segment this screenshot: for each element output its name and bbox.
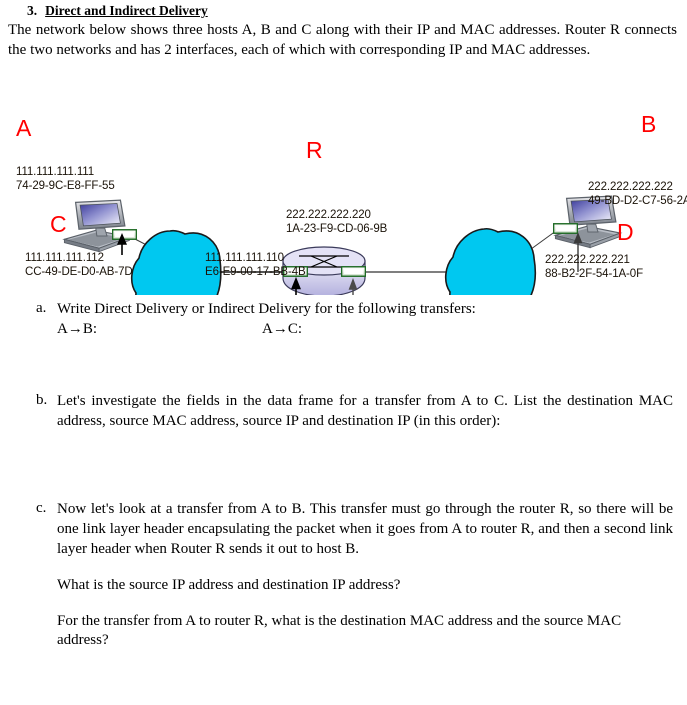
node-letter-b: B bbox=[641, 111, 657, 137]
question-c-marker: c. bbox=[36, 499, 47, 516]
router-left-ip: 111.111.111.110 bbox=[205, 252, 284, 264]
heading-number: 3. bbox=[27, 3, 38, 18]
host-d-mac: 88-B2-2F-54-1A-0F bbox=[545, 268, 644, 281]
question-c-text: Now let's look at a transfer from A to B… bbox=[57, 500, 673, 557]
host-c-address-label: 111.111.111.112 CC-49-DE-D0-AB-7D bbox=[25, 251, 133, 279]
router-right-interface-label: 222.222.222.220 1A-23-F9-CD-06-9B bbox=[286, 208, 387, 236]
host-c-mac: CC-49-DE-D0-AB-7D bbox=[25, 266, 133, 279]
spacer-c1 bbox=[57, 560, 673, 576]
question-a-text: Write Direct Delivery or Indirect Delive… bbox=[57, 301, 476, 317]
cloud-network-2 bbox=[444, 227, 537, 295]
router-left-mac: E6-E9-00-17-BB-4B bbox=[205, 266, 306, 279]
node-letter-c: C bbox=[50, 211, 67, 237]
node-letter-a: A bbox=[16, 115, 32, 141]
host-b-address-label: 222.222.222.222 49-BD-D2-C7-56-2A bbox=[588, 180, 687, 208]
router-right-mac: 1A-23-F9-CD-06-9B bbox=[286, 223, 388, 236]
intro-paragraph: The network below shows three hosts A, B… bbox=[8, 22, 677, 58]
question-a: a. Write Direct Delivery or Indirect Del… bbox=[0, 300, 687, 340]
spacer-c2 bbox=[57, 596, 673, 612]
question-b-marker: b. bbox=[36, 391, 48, 408]
router-left-interface-label: 111.111.111.110 E6-E9-00-17-BB-4B bbox=[205, 251, 306, 279]
document-header: 3. Direct and Indirect Delivery The netw… bbox=[0, 0, 687, 61]
question-a-transfer-ac: A→C: bbox=[262, 320, 303, 337]
question-c: c. Now let's look at a transfer from A t… bbox=[0, 500, 687, 652]
heading-line: 3. Direct and Indirect Delivery bbox=[0, 3, 687, 19]
node-letter-r: R bbox=[306, 137, 323, 163]
spacer-a-b bbox=[0, 340, 687, 392]
host-b-nic-icon bbox=[553, 223, 578, 234]
question-c-sub2: For the transfer from A to router R, wha… bbox=[57, 612, 622, 649]
host-b-ip: 222.222.222.222 bbox=[588, 181, 673, 193]
heading-title: Direct and Indirect Delivery bbox=[45, 3, 208, 18]
network-diagram: A C R B D 111.111.111.111 74-29-9C-E8-FF… bbox=[0, 95, 687, 295]
host-a-ip: 111.111.111.111 bbox=[16, 166, 95, 178]
question-a-transfers: A→B: A→C: bbox=[57, 320, 673, 340]
node-letter-d: D bbox=[617, 219, 634, 245]
router-right-nic-icon bbox=[341, 266, 366, 277]
question-b: b. Let's investigate the fields in the d… bbox=[0, 392, 687, 432]
question-a-transfer-ab: A→B: bbox=[57, 320, 98, 337]
host-a-nic-icon bbox=[112, 229, 137, 240]
host-b-mac: 49-BD-D2-C7-56-2A bbox=[588, 195, 687, 208]
spacer-b-c bbox=[0, 432, 687, 500]
question-c-sub1: What is the source IP address and destin… bbox=[57, 576, 401, 593]
host-d-address-label: 222.222.222.221 88-B2-2F-54-1A-0F bbox=[545, 253, 643, 281]
questions-list: a. Write Direct Delivery or Indirect Del… bbox=[0, 300, 687, 651]
question-b-text: Let's investigate the fields in the data… bbox=[57, 392, 673, 429]
host-d-ip: 222.222.222.221 bbox=[545, 254, 630, 266]
host-a-address-label: 111.111.111.111 74-29-9C-E8-FF-55 bbox=[16, 165, 115, 193]
host-a-mac: 74-29-9C-E8-FF-55 bbox=[16, 180, 115, 193]
router-right-ip: 222.222.222.220 bbox=[286, 209, 371, 221]
host-c-ip: 111.111.111.112 bbox=[25, 252, 104, 264]
question-a-marker: a. bbox=[36, 300, 47, 316]
